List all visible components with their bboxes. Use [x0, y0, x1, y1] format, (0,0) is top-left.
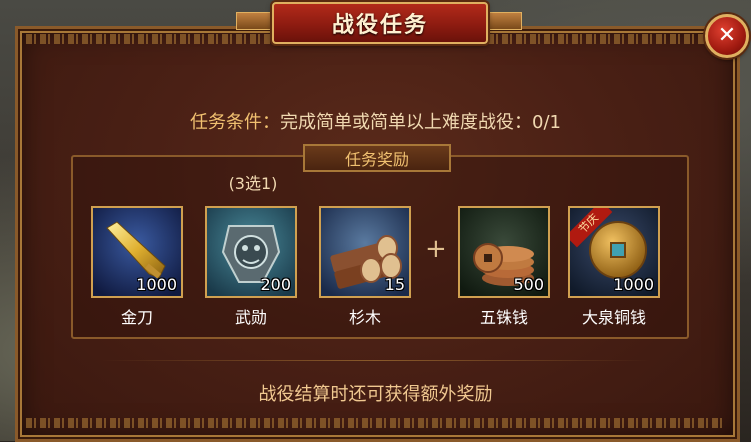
reward-slot[interactable]: 15	[319, 206, 411, 298]
window-title: 战役任务	[331, 13, 428, 38]
reward-item-wuzhu-coins[interactable]: 500 五铢钱	[458, 206, 550, 328]
reward-item-golden-knife[interactable]: 1000 金刀	[91, 206, 183, 328]
mission-condition: 任务条件：完成简单或简单以上难度战役：0/1	[0, 108, 751, 134]
footer-divider	[100, 360, 651, 361]
condition-label: 任务条件：	[190, 112, 281, 133]
reward-name: 五铢钱	[479, 308, 528, 327]
reward-name: 金刀	[120, 308, 153, 327]
condition-text: 完成简单或简单以上难度战役：0/1	[280, 112, 561, 133]
choose-one-label: (3选1)	[228, 174, 278, 193]
reward-name: 大泉铜钱	[581, 308, 646, 327]
bottom-border-pattern	[26, 418, 725, 428]
reward-item-medal[interactable]: 200 武勋	[205, 206, 297, 328]
reward-qty: 15	[384, 275, 405, 294]
reward-qty: 1000	[136, 275, 177, 294]
reward-qty: 1000	[613, 275, 654, 294]
footer-note: 战役结算时还可获得额外奖励	[258, 384, 493, 405]
reward-slot[interactable]: 200	[205, 206, 297, 298]
rewards-header-label: 任务奖励	[344, 150, 409, 169]
title-plate: 战役任务	[272, 2, 488, 44]
reward-slot[interactable]: 1000	[91, 206, 183, 298]
close-icon: ✕	[717, 23, 737, 48]
reward-slot[interactable]: 500	[458, 206, 550, 298]
close-button[interactable]: ✕	[705, 14, 749, 58]
rewards-header: 任务奖励	[303, 144, 451, 172]
reward-qty: 500	[513, 275, 544, 294]
reward-name: 武勋	[234, 308, 267, 327]
reward-item-daquan-coin[interactable]: 节庆 1000 大泉铜钱	[568, 206, 660, 328]
reward-item-fir-wood[interactable]: 15 杉木	[319, 206, 411, 328]
reward-qty: 200	[260, 275, 291, 294]
plus-separator: +	[425, 234, 447, 264]
reward-name: 杉木	[348, 308, 381, 327]
reward-slot[interactable]: 节庆 1000	[568, 206, 660, 298]
